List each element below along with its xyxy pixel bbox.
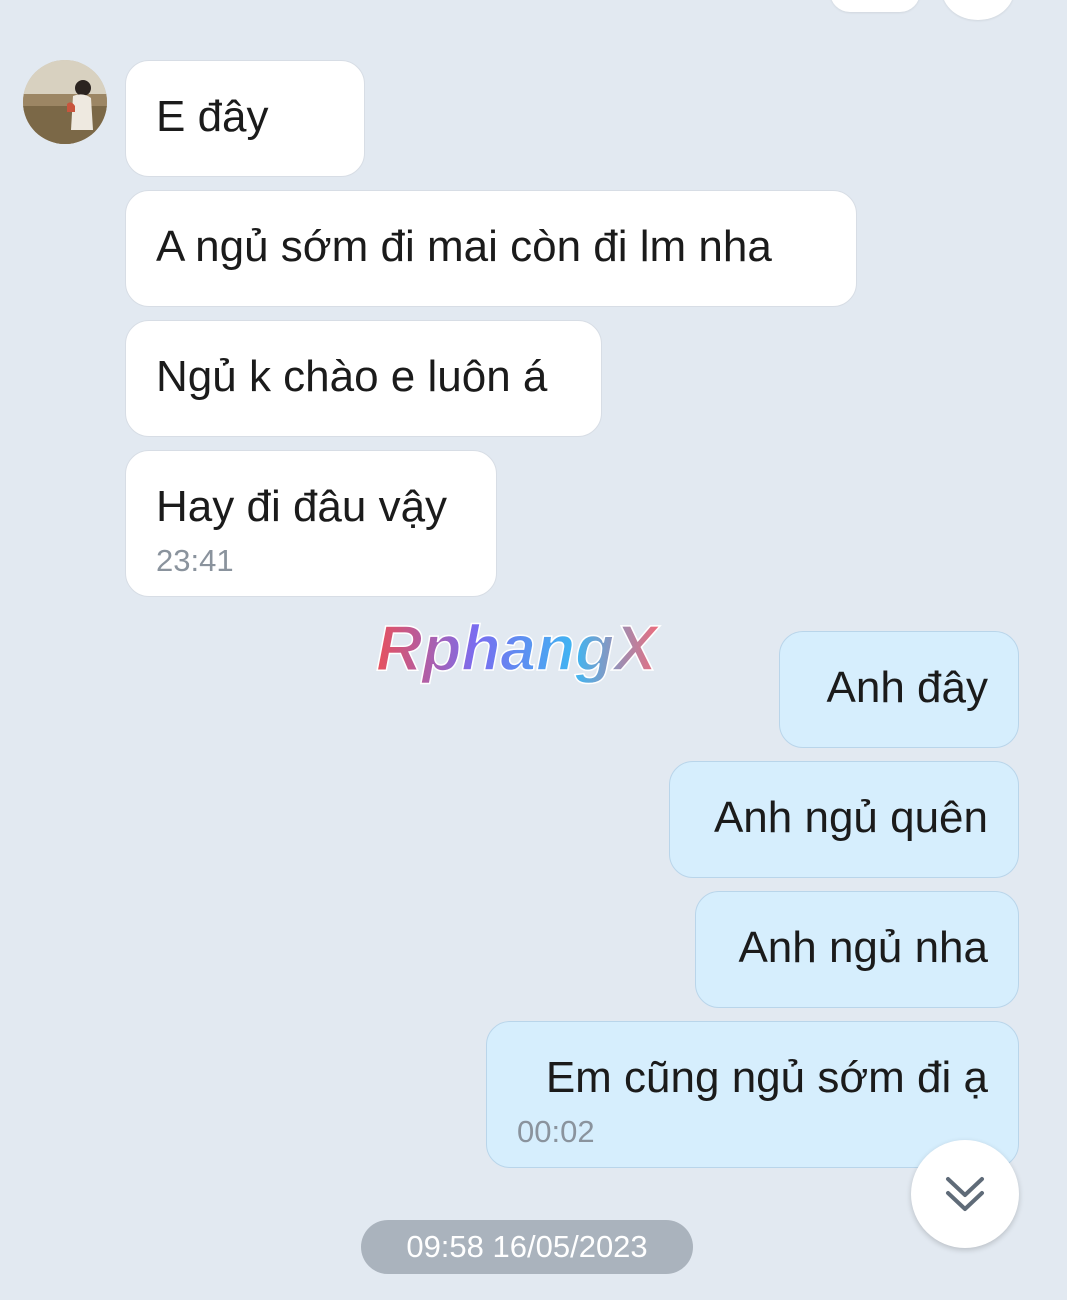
message-text: Ngủ k chào e luôn á: [156, 352, 548, 401]
outgoing-message-bubble[interactable]: Anh ngủ quên: [669, 761, 1019, 878]
message-timestamp: 23:41: [156, 543, 234, 578]
incoming-message-bubble[interactable]: Ngủ k chào e luôn á: [125, 320, 602, 437]
message-text: Em cũng ngủ sớm đi ạ: [545, 1053, 988, 1102]
avatar-photo: [23, 60, 107, 144]
watermark-logo: RphangX: [372, 611, 702, 692]
message-text: Anh ngủ quên: [713, 793, 988, 842]
outgoing-message-bubble[interactable]: Anh ngủ nha: [695, 891, 1019, 1008]
message-text: E đây: [156, 92, 269, 141]
message-text: Anh ngủ nha: [738, 923, 988, 972]
date-separator: 09:58 16/05/2023: [361, 1220, 693, 1274]
scroll-to-bottom-button[interactable]: [911, 1140, 1019, 1248]
double-chevron-down-icon: [946, 1177, 984, 1211]
contact-avatar[interactable]: [23, 60, 107, 144]
message-timestamp: 00:02: [517, 1114, 595, 1149]
top-action-button[interactable]: [942, 0, 1014, 20]
incoming-message-bubble[interactable]: E đây: [125, 60, 365, 177]
incoming-message-bubble[interactable]: A ngủ sớm đi mai còn đi lm nha: [125, 190, 857, 307]
message-text: A ngủ sớm đi mai còn đi lm nha: [156, 222, 772, 271]
message-text: Hay đi đâu vậy: [156, 482, 448, 531]
top-reaction-pill[interactable]: [830, 0, 920, 12]
incoming-message-bubble[interactable]: Hay đi đâu vậy 23:41: [125, 450, 497, 597]
outgoing-message-bubble[interactable]: Anh đây: [779, 631, 1019, 748]
chat-view[interactable]: E đây A ngủ sớm đi mai còn đi lm nha Ngủ…: [0, 0, 1067, 1300]
message-text: Anh đây: [826, 663, 988, 712]
watermark-text: RphangX: [376, 612, 660, 684]
